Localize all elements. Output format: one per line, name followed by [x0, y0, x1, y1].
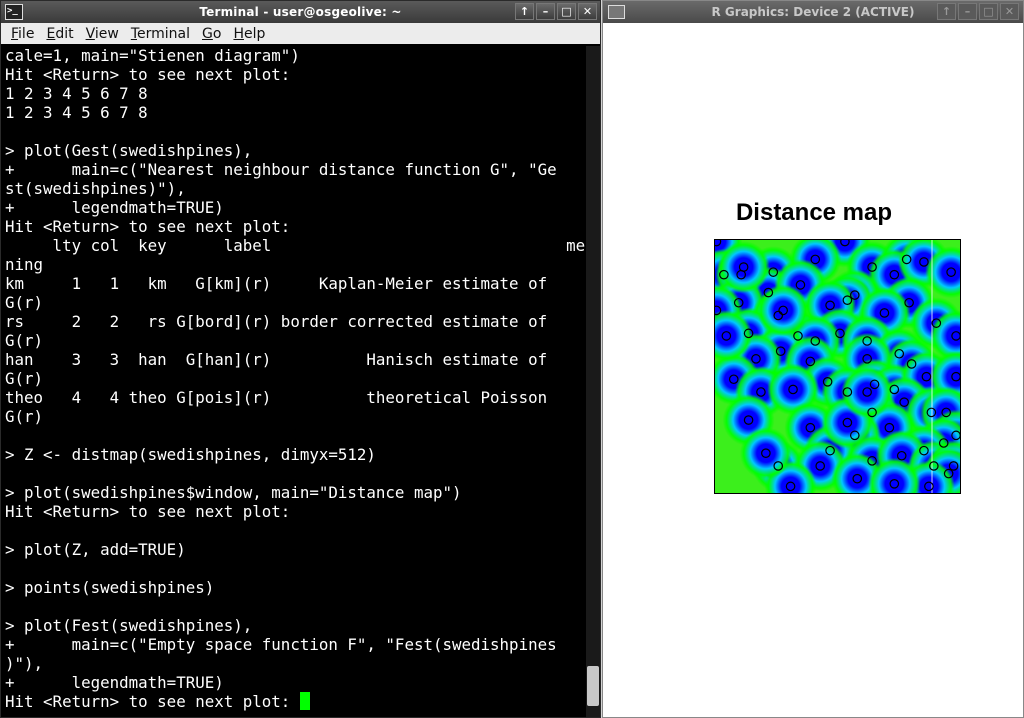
terminal-line: lty col key label mea	[5, 236, 587, 255]
distance-halo	[757, 284, 810, 337]
terminal-window[interactable]: >_ Terminal - user@osgeolive: ~ ↑ – □ ✕ …	[0, 0, 601, 718]
terminal-line: + main=c("Nearest neighbour distance fun…	[5, 160, 557, 179]
terminal-line: st(swedishpines)"),	[5, 179, 186, 198]
terminal-line: Hit <Return> to see next plot:	[5, 65, 291, 84]
always-on-top-button[interactable]: ↑	[515, 3, 534, 20]
plot-title: Distance map	[735, 199, 893, 226]
r-graphics-window[interactable]: R Graphics: Device 2 (ACTIVE) ↑ – □ ✕ Di…	[602, 0, 1024, 718]
menu-edit[interactable]: Edit	[40, 26, 79, 42]
minimize-button[interactable]: –	[536, 3, 555, 20]
terminal-line: + main=c("Empty space function F", "Fest…	[5, 635, 557, 654]
terminal-line: Hit <Return> to see next plot:	[5, 502, 291, 521]
terminal-titlebar[interactable]: >_ Terminal - user@osgeolive: ~ ↑ – □ ✕	[1, 1, 600, 23]
terminal-line: + legendmath=TRUE)	[5, 198, 224, 217]
terminal-line: 1 2 3 4 5 6 7 8	[5, 103, 148, 122]
terminal-line: G(r)	[5, 369, 44, 388]
terminal-line: theo 4 4 theo G[pois](r) theoretical Poi…	[5, 388, 548, 407]
close-button[interactable]: ✕	[578, 3, 597, 20]
terminal-line: G(r)	[5, 293, 44, 312]
terminal-cursor	[299, 692, 310, 710]
terminal-line: > plot(swedishpines$window, main="Distan…	[5, 483, 462, 502]
distance-map-plot	[714, 239, 961, 494]
terminal-line: + legendmath=TRUE)	[5, 673, 224, 692]
menu-bar: File Edit View Terminal Go Help	[1, 23, 600, 44]
r-graphics-title: R Graphics: Device 2 (ACTIVE)	[711, 5, 915, 19]
terminal-line: G(r)	[5, 331, 44, 350]
terminal-line: Hit <Return> to see next plot:	[5, 217, 291, 236]
r-always-on-top-button[interactable]: ↑	[937, 3, 956, 20]
terminal-line: cale=1, main="Stienen diagram")	[5, 46, 300, 65]
distance-halo	[739, 427, 792, 480]
terminal-line: > plot(Z, add=TRUE)	[5, 540, 186, 559]
r-close-button[interactable]: ✕	[1000, 3, 1019, 20]
r-graphics-titlebar[interactable]: R Graphics: Device 2 (ACTIVE) ↑ – □ ✕	[603, 1, 1023, 23]
terminal-line: km 1 1 km G[km](r) Kaplan-Meier estimate…	[5, 274, 548, 293]
terminal-output[interactable]: cale=1, main="Stienen diagram") Hit <Retu…	[5, 46, 587, 716]
distance-halo	[717, 241, 770, 294]
terminal-icon: >_	[5, 4, 23, 20]
menu-go[interactable]: Go	[196, 26, 227, 42]
plot-canvas: Distance map	[607, 24, 1021, 715]
scrollbar-thumb[interactable]	[587, 666, 599, 706]
terminal-line: > plot(Gest(swedishpines),	[5, 141, 253, 160]
window-icon	[608, 5, 625, 19]
terminal-line: Hit <Return> to see next plot:	[5, 692, 587, 711]
terminal-line: > plot(Fest(swedishpines),	[5, 616, 253, 635]
menu-view[interactable]: View	[80, 26, 125, 42]
menu-terminal[interactable]: Terminal	[125, 26, 196, 42]
menu-file[interactable]: File	[5, 26, 40, 42]
terminal-line: > points(swedishpines)	[5, 578, 215, 597]
terminal-line: )"),	[5, 654, 44, 673]
distance-halo	[841, 366, 894, 418]
terminal-line: G(r)	[5, 407, 44, 426]
terminal-line: han 3 3 han G[han](r) Hanisch estimate o…	[5, 350, 548, 369]
r-minimize-button[interactable]: –	[958, 3, 977, 20]
terminal-title: Terminal - user@osgeolive: ~	[199, 5, 402, 19]
r-maximize-button[interactable]: □	[979, 3, 998, 20]
terminal-scrollbar[interactable]	[586, 46, 600, 717]
maximize-button[interactable]: □	[557, 3, 576, 20]
terminal-line: ning	[5, 255, 44, 274]
terminal-line: 1 2 3 4 5 6 7 8	[5, 84, 148, 103]
terminal-line: rs 2 2 rs G[bord](r) border corrected es…	[5, 312, 548, 331]
terminal-line: > Z <- distmap(swedishpines, dimyx=512)	[5, 445, 376, 464]
menu-help[interactable]: Help	[227, 26, 271, 42]
